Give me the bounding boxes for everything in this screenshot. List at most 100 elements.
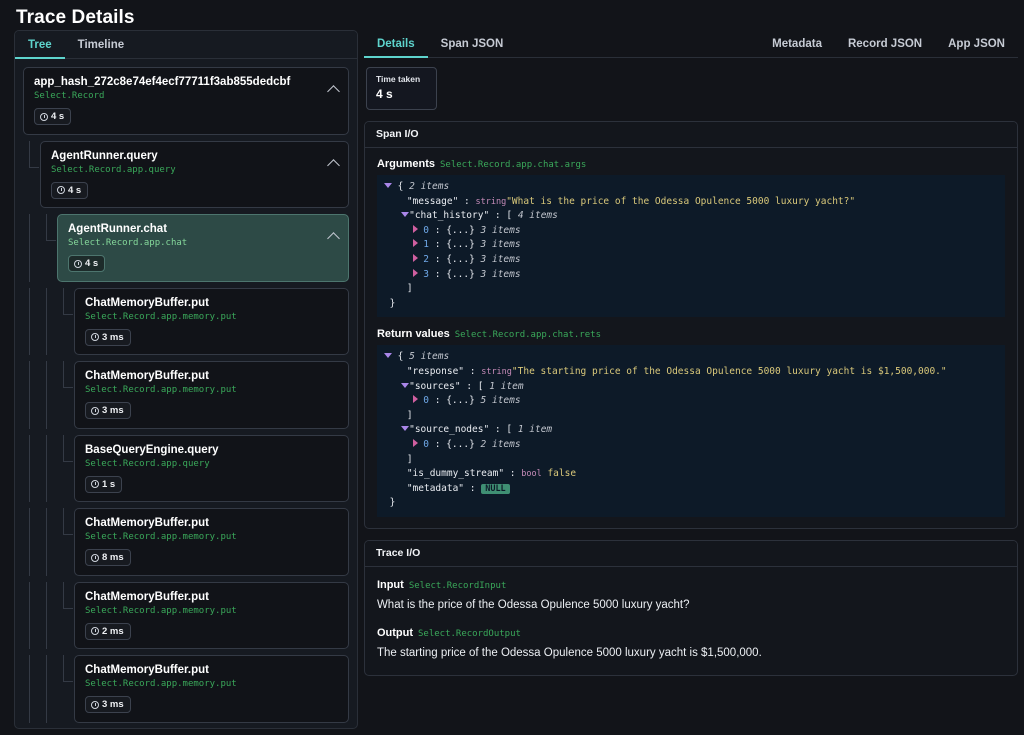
json-token: 5 items [481,395,521,406]
tree-node-path: Select.Record.app.memory.put [85,384,338,397]
json-line: "sources" : [ 1 item [384,380,998,395]
triangle-down-icon[interactable] [384,353,392,358]
tree-node[interactable]: ChatMemoryBuffer.putSelect.Record.app.me… [74,655,349,723]
json-line: } [384,297,998,312]
output-label: OutputSelect.RecordOutput [377,627,1005,639]
json-token: 1 item [489,381,523,392]
tab-app-json[interactable]: App JSON [935,39,1018,57]
duration-text: 2 ms [102,626,124,637]
tab-metadata[interactable]: Metadata [759,39,835,57]
tree-node[interactable]: ChatMemoryBuffer.putSelect.Record.app.me… [74,288,349,356]
trace-io-card: Trace I/O InputSelect.RecordInput What i… [364,540,1018,676]
duration-badge: 4 s [34,108,71,125]
json-token: 3 items [481,254,521,265]
tree-elbow-line [63,387,73,388]
duration-text: 4 s [85,258,98,269]
json-line: "metadata" : NULL [384,482,998,497]
json-token: 4 items [518,210,558,221]
tree-guide-line [46,582,47,650]
json-line: { 5 items [384,350,998,365]
json-line: 0 : {...} 3 items [384,224,998,239]
tree-scroll-area[interactable]: app_hash_272c8e74ef4ecf77711f3ab855dedcb… [15,59,357,728]
tree-guide-line [29,141,30,168]
tree-node-selected[interactable]: AgentRunner.chatSelect.Record.app.chat4 … [57,214,349,282]
json-line: ] [384,409,998,424]
json-line: 0 : {...} 2 items [384,438,998,453]
tree-node-wrapper: ChatMemoryBuffer.putSelect.Record.app.me… [15,361,357,429]
tree-root: app_hash_272c8e74ef4ecf77711f3ab855dedcb… [15,67,357,728]
triangle-down-icon[interactable] [384,183,392,188]
details-tabs-left: Details Span JSON [364,39,516,57]
output-text: The starting price of the Odessa Opulenc… [377,646,1005,661]
triangle-right-icon[interactable] [413,254,418,262]
json-line: } [384,496,998,511]
json-line: ] [384,282,998,297]
tree-guide-line [29,435,30,503]
json-line: 1 : {...} 3 items [384,238,998,253]
json-token: {...} [446,254,475,265]
tree-tabbar: Tree Timeline [15,31,357,59]
json-token: {...} [446,395,475,406]
tree-elbow-line [63,461,73,462]
triangle-down-icon[interactable] [401,426,409,431]
tree-node-wrapper: AgentRunner.querySelect.Record.app.query… [15,141,357,209]
tree-node[interactable]: BaseQueryEngine.querySelect.Record.app.q… [74,435,349,503]
json-token: { [398,351,404,362]
tree-node[interactable]: ChatMemoryBuffer.putSelect.Record.app.me… [74,361,349,429]
tab-span-json[interactable]: Span JSON [428,39,517,57]
tab-record-json[interactable]: Record JSON [835,39,935,57]
tree-node-title: AgentRunner.query [51,149,338,163]
tree-node-wrapper: ChatMemoryBuffer.putSelect.Record.app.me… [15,655,357,723]
json-token: "metadata" [407,483,464,494]
trace-tree-panel: Tree Timeline app_hash_272c8e74ef4ecf777… [14,30,358,729]
json-line: "message" : string"What is the price of … [384,195,998,210]
tree-elbow-line [63,608,73,609]
tree-node-wrapper: ChatMemoryBuffer.putSelect.Record.app.me… [15,288,357,356]
duration-badge: 4 s [68,255,105,272]
tab-timeline[interactable]: Timeline [65,40,137,58]
tree-node-path: Select.Record.app.query [85,458,338,471]
tab-tree[interactable]: Tree [15,40,65,58]
json-token: } [390,497,396,508]
json-line: "is_dummy_stream" : bool false [384,467,998,482]
tree-node[interactable]: ChatMemoryBuffer.putSelect.Record.app.me… [74,508,349,576]
tree-node-title: ChatMemoryBuffer.put [85,296,338,310]
triangle-down-icon[interactable] [401,212,409,217]
triangle-right-icon[interactable] [413,269,418,277]
triangle-right-icon[interactable] [413,239,418,247]
clock-icon [40,113,48,121]
return-values-label: Return valuesSelect.Record.app.chat.rets [377,328,1005,340]
triangle-down-icon[interactable] [401,383,409,388]
tab-details[interactable]: Details [364,39,428,57]
details-body: Time taken 4 s Span I/O ArgumentsSelect.… [364,58,1018,729]
duration-text: 4 s [51,111,64,122]
tree-node-path: Select.Record [34,90,338,103]
tree-node-title: ChatMemoryBuffer.put [85,590,338,604]
tree-node-title: ChatMemoryBuffer.put [85,369,338,383]
arguments-json-viewer[interactable]: { 2 items "message" : string"What is the… [377,175,1005,317]
tree-elbow-line [63,314,73,315]
tree-node[interactable]: ChatMemoryBuffer.putSelect.Record.app.me… [74,582,349,650]
tree-node-wrapper: BaseQueryEngine.querySelect.Record.app.q… [15,435,357,503]
json-token: "response" [407,366,464,377]
tree-node-title: ChatMemoryBuffer.put [85,663,338,677]
clock-icon [74,260,82,268]
duration-badge: 4 s [51,182,88,199]
time-taken-card: Time taken 4 s [366,67,437,110]
tree-guide-line [29,582,30,650]
tree-guide-line [63,582,64,609]
trace-io-body: InputSelect.RecordInput What is the pric… [365,567,1017,675]
triangle-right-icon[interactable] [413,395,418,403]
json-line: { 2 items [384,180,998,195]
tree-guide-line [29,361,30,429]
time-taken-value: 4 s [376,86,420,102]
input-label: InputSelect.RecordInput [377,579,1005,591]
tree-node-wrapper: ChatMemoryBuffer.putSelect.Record.app.me… [15,508,357,576]
triangle-right-icon[interactable] [413,439,418,447]
triangle-right-icon[interactable] [413,225,418,233]
json-token: { [398,181,404,192]
tree-node[interactable]: AgentRunner.querySelect.Record.app.query… [40,141,349,209]
duration-badge: 1 s [85,476,122,493]
return-values-json-viewer[interactable]: { 5 items "response" : string"The starti… [377,345,1005,517]
tree-node[interactable]: app_hash_272c8e74ef4ecf77711f3ab855dedcb… [23,67,349,135]
